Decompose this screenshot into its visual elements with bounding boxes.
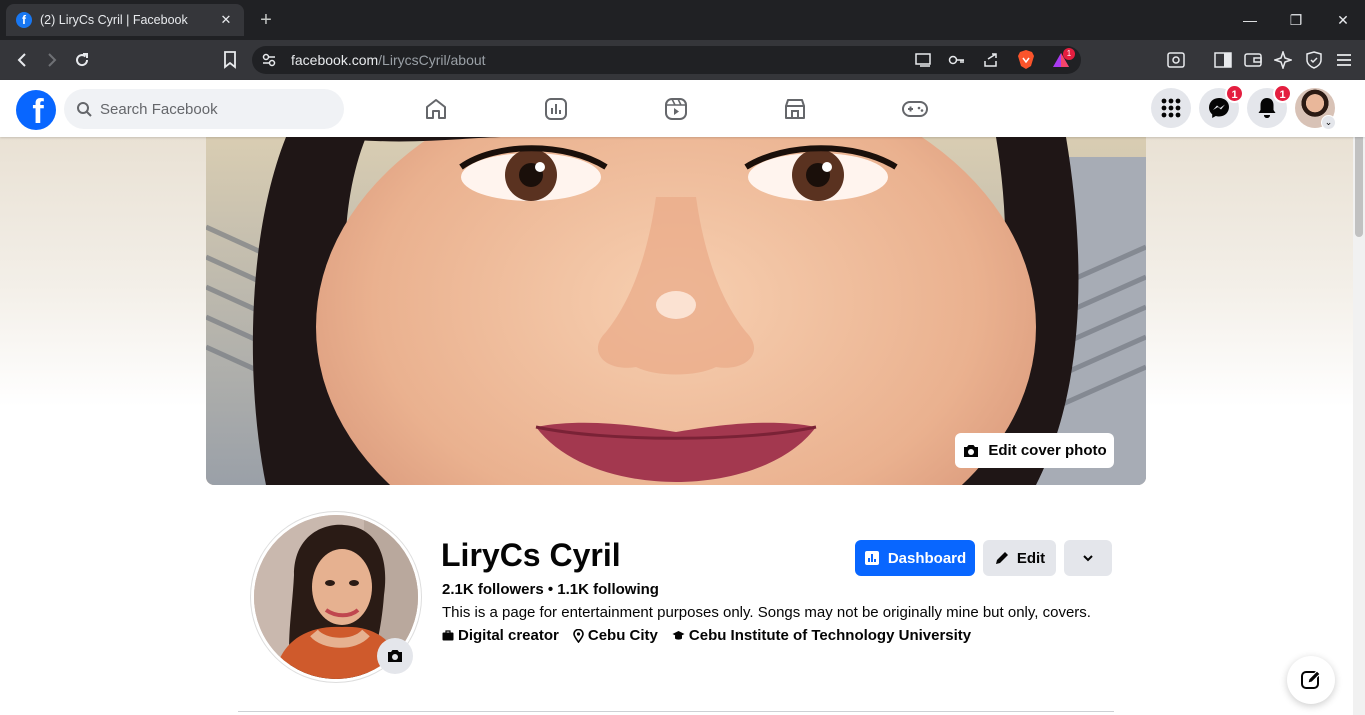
education-text[interactable]: Cebu Institute of Technology University	[689, 627, 971, 644]
grid-icon	[1161, 98, 1181, 118]
notifications-badge: 1	[1273, 84, 1292, 103]
menu-grid-button[interactable]	[1151, 88, 1191, 128]
messenger-badge: 1	[1225, 84, 1244, 103]
url-path: /LirycsCyril/about	[378, 52, 486, 68]
gaming-icon[interactable]	[900, 95, 930, 123]
dashboard-icon	[864, 551, 879, 565]
wallet-icon[interactable]	[1241, 48, 1265, 72]
browser-tab[interactable]: f (2) LiryCs Cyril | Facebook ✕	[6, 4, 244, 36]
bookmark-icon[interactable]	[218, 48, 242, 72]
new-tab-button[interactable]: +	[256, 8, 276, 32]
edit-cover-label: Edit cover photo	[988, 442, 1107, 459]
dashboard-nav-icon[interactable]	[541, 95, 571, 123]
back-button[interactable]	[10, 48, 34, 72]
sidebar-toggle-icon[interactable]	[1211, 48, 1235, 72]
tab-close-icon[interactable]: ✕	[218, 12, 234, 28]
forward-button[interactable]	[40, 48, 64, 72]
url-text[interactable]: facebook.com/LirycsCyril/about	[291, 52, 486, 68]
rewards-badge: 1	[1063, 48, 1075, 60]
tab-search-icon[interactable]	[1164, 48, 1188, 72]
edit-cover-photo-button[interactable]: Edit cover photo	[955, 433, 1114, 468]
camera-icon	[388, 650, 402, 662]
close-window-button[interactable]: ✕	[1331, 8, 1355, 32]
graduation-cap-icon	[672, 631, 685, 640]
location-text[interactable]: Cebu City	[588, 627, 658, 644]
profile-details: Digital creator Cebu City Cebu Institute…	[442, 627, 985, 644]
install-app-icon[interactable]	[912, 48, 936, 72]
edit-label: Edit	[1016, 549, 1046, 567]
menu-icon[interactable]	[1332, 48, 1356, 72]
change-profile-picture-button[interactable]	[377, 638, 413, 674]
leo-ai-icon[interactable]	[1271, 48, 1295, 72]
edit-profile-button[interactable]: Edit	[983, 540, 1056, 576]
messenger-icon	[1209, 98, 1229, 118]
follower-stats[interactable]: 2.1K followers • 1.1K following	[442, 581, 659, 598]
tab-title: (2) LiryCs Cyril | Facebook	[40, 13, 188, 27]
minimize-button[interactable]: —	[1238, 8, 1262, 32]
password-key-icon[interactable]	[945, 48, 969, 72]
site-settings-icon[interactable]	[257, 48, 281, 72]
url-host: facebook.com	[291, 52, 379, 68]
reels-icon[interactable]	[661, 95, 691, 123]
detail-location: Cebu City	[573, 627, 658, 644]
share-icon[interactable]	[979, 48, 1003, 72]
account-chevron-icon[interactable]: ⌄	[1321, 115, 1336, 130]
detail-category: Digital creator	[442, 627, 559, 644]
category-text: Digital creator	[458, 627, 559, 644]
browser-tabstrip: f (2) LiryCs Cyril | Facebook ✕ + — ❐ ✕	[0, 0, 1365, 40]
search-icon	[77, 102, 92, 117]
profile-divider	[238, 711, 1114, 712]
profile-name: LiryCs Cyril	[441, 537, 621, 573]
dashboard-button[interactable]: Dashboard	[855, 540, 975, 576]
marketplace-icon[interactable]	[780, 95, 810, 123]
facebook-logo-icon[interactable]: f	[16, 90, 56, 130]
pencil-icon	[995, 552, 1008, 564]
more-options-button[interactable]	[1064, 540, 1112, 576]
bell-icon	[1258, 98, 1276, 118]
briefcase-icon	[442, 630, 454, 641]
brave-shields-icon[interactable]	[1014, 48, 1038, 72]
camera-icon	[964, 444, 979, 457]
vpn-shield-icon[interactable]	[1302, 48, 1326, 72]
compose-icon	[1301, 670, 1321, 689]
profile-bio: This is a page for entertainment purpose…	[442, 604, 1091, 621]
home-icon[interactable]	[421, 95, 451, 123]
location-pin-icon	[573, 628, 584, 643]
restore-button[interactable]: ❐	[1284, 8, 1308, 32]
reload-button[interactable]	[70, 48, 94, 72]
detail-education: Cebu Institute of Technology University	[672, 627, 971, 644]
facebook-favicon-icon: f	[16, 12, 32, 28]
new-message-button[interactable]	[1287, 656, 1335, 704]
dashboard-label: Dashboard	[887, 549, 967, 567]
search-placeholder: Search Facebook	[100, 100, 218, 118]
chevron-down-icon	[1083, 555, 1093, 562]
search-input[interactable]: Search Facebook	[64, 89, 344, 129]
